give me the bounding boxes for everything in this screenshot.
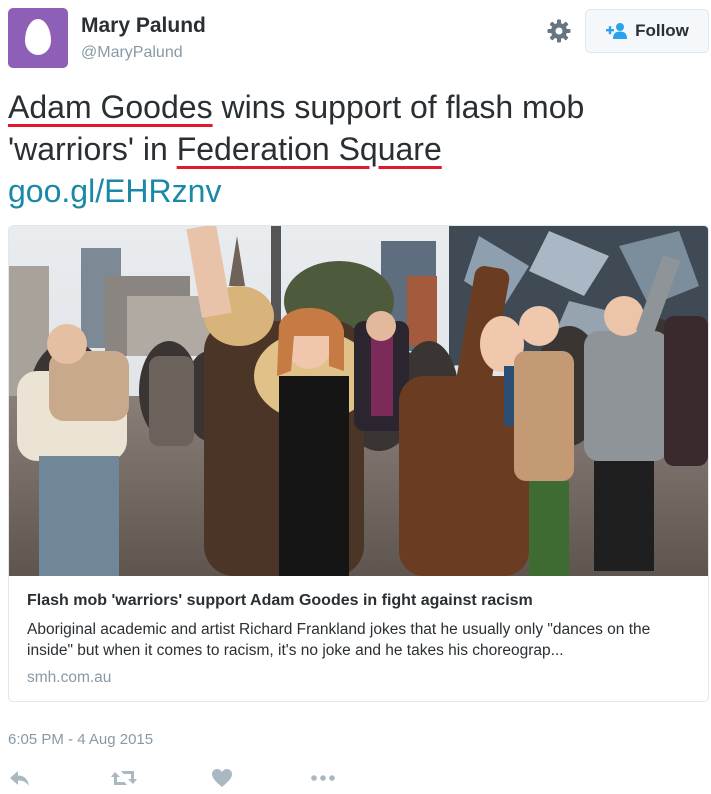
hashtag-underlined-adam-goodes: Adam Goodes [8,89,213,125]
tweet-link[interactable]: goo.gl/EHRznv [8,173,221,209]
more-icon[interactable] [310,768,336,790]
card-description: Aboriginal academic and artist Richard F… [27,621,651,659]
tweet-timestamp[interactable]: 6:05 PM - 4 Aug 2015 [8,731,153,748]
like-icon[interactable] [210,768,236,790]
follow-button[interactable]: Follow [585,9,709,53]
reply-icon[interactable] [8,768,34,790]
display-name[interactable]: Mary Palund [81,14,206,38]
tweet-actions [8,768,348,792]
card-image[interactable] [9,226,708,576]
user-handle[interactable]: @MaryPalund [81,44,183,62]
underlined-federation-square: Federation Square [176,131,442,167]
add-user-icon [605,22,629,40]
avatar[interactable] [8,8,68,68]
gear-icon[interactable] [546,18,572,44]
card-domain: smh.com.au [27,669,112,686]
tweet-text: Adam Goodes wins support of flash mob 'w… [8,86,708,212]
card-title[interactable]: Flash mob 'warriors' support Adam Goodes… [27,592,533,610]
egg-avatar-icon [25,19,51,55]
retweet-icon[interactable] [110,768,137,790]
follow-label: Follow [635,21,689,40]
link-card[interactable]: Flash mob 'warriors' support Adam Goodes… [8,225,709,702]
